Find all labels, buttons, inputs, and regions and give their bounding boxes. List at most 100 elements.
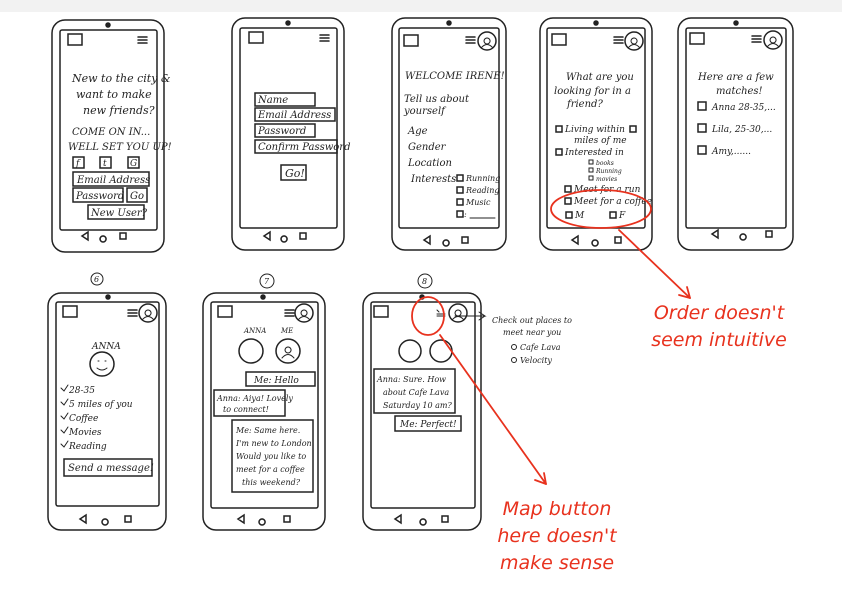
- arrow-line-order: [618, 229, 691, 299]
- female-label: F: [618, 211, 626, 221]
- msg-anna-line-3: Saturday 10 am?: [383, 401, 452, 410]
- match-avatar-icon[interactable]: [697, 101, 707, 111]
- welcome-heading: WELCOME IRENE!: [405, 71, 505, 82]
- male-checkbox[interactable]: [565, 211, 573, 219]
- interested-in-checkbox[interactable]: [555, 148, 563, 156]
- me-label: ME: [280, 327, 293, 335]
- menu-icon: [284, 309, 295, 317]
- go-label: Go: [130, 191, 144, 202]
- matches-line-1: Here are a few: [697, 72, 774, 83]
- me-avatar: [275, 338, 301, 364]
- email-placeholder: Email Address: [76, 175, 150, 186]
- anna-avatar: [238, 338, 264, 364]
- meet-run-checkbox[interactable]: [564, 185, 572, 193]
- annotation-map-line-2: here doesn't: [497, 525, 617, 547]
- location-label: Location: [407, 158, 452, 169]
- logo-box: [248, 31, 264, 44]
- annotation-order: Order doesn't seem intuitive: [624, 300, 814, 354]
- place-pin-icon: [511, 357, 517, 363]
- phone-screen-7: 7 ANNA ME Me: Hello Anna: Aiya! Lovely t…: [202, 273, 326, 531]
- match-avatar-icon[interactable]: [697, 123, 707, 133]
- match-row-1[interactable]: Anna 28-35,...: [711, 103, 776, 113]
- running-option: Running: [595, 168, 622, 175]
- s1-line-3: new friends?: [83, 104, 155, 117]
- other-checkbox[interactable]: [456, 210, 464, 218]
- running-checkbox[interactable]: [456, 174, 464, 182]
- running-checkbox[interactable]: [588, 167, 594, 173]
- logo-box: [403, 34, 419, 47]
- password-placeholder: Password: [257, 126, 306, 137]
- meet-coffee-checkbox[interactable]: [564, 197, 572, 205]
- logo-box: [551, 33, 567, 46]
- nav-bar: [262, 230, 307, 243]
- movies-checkbox[interactable]: [588, 175, 594, 181]
- menu-icon: [751, 35, 762, 43]
- step-number-8: 8: [422, 277, 427, 286]
- msg-anna-2: to connect!: [223, 405, 269, 414]
- highlight-ellipse-order: [550, 189, 652, 229]
- question-line-3: friend?: [566, 99, 603, 110]
- interested-in-label: Interested in: [564, 148, 624, 158]
- nav-bar: [570, 234, 622, 247]
- twitter-icon: t: [103, 159, 107, 169]
- note-place-1: Cafe Lava: [520, 343, 561, 352]
- living-within-checkbox-2[interactable]: [629, 125, 637, 133]
- s1-line-2: want to make: [76, 88, 152, 101]
- logo-box: [67, 33, 83, 46]
- reading-checkbox[interactable]: [456, 186, 464, 194]
- profile-item-5: Reading: [68, 442, 107, 452]
- music-checkbox[interactable]: [456, 198, 464, 206]
- nav-bar: [393, 513, 449, 526]
- menu-icon: [127, 309, 138, 317]
- profile-avatar-icon[interactable]: [138, 303, 158, 323]
- nav-bar: [78, 513, 132, 526]
- google-icon: G: [130, 159, 137, 169]
- note-line-1: Check out places to: [492, 316, 572, 325]
- match-row-3[interactable]: Amy,......: [711, 147, 751, 157]
- profile-item-4: Movies: [68, 428, 102, 438]
- male-label: M: [574, 211, 585, 221]
- running-option: Running: [465, 174, 500, 183]
- phone-screen-6: 6 ANNA 28-35 5 miles of you Coffee Movie…: [47, 272, 167, 531]
- profile-avatar-icon[interactable]: [294, 303, 314, 323]
- match-row-2[interactable]: Lila, 25-30,...: [711, 125, 772, 135]
- living-within-checkbox[interactable]: [555, 125, 563, 133]
- other-option: :: [464, 210, 467, 219]
- interests-label: Interests: [410, 174, 456, 185]
- msg-me-2-line-2: I'm new to London.: [235, 439, 314, 448]
- s1-line-5: WELL SET YOU UP!: [68, 142, 172, 153]
- gender-label: Gender: [408, 142, 447, 153]
- matches-line-2: matches!: [716, 86, 763, 97]
- anna-avatar: [398, 339, 422, 363]
- profile-avatar-icon[interactable]: [448, 303, 468, 323]
- profile-avatar-icon[interactable]: [763, 30, 783, 50]
- msg-me-2-line-3: Would you like to: [236, 452, 306, 461]
- note-line-2: meet near you: [503, 328, 561, 337]
- check-icon: [60, 384, 69, 448]
- profile-avatar-icon[interactable]: [624, 31, 644, 51]
- match-avatar-icon[interactable]: [697, 145, 707, 155]
- living-within-line-1: Living within: [564, 125, 625, 135]
- nav-bar: [236, 513, 291, 526]
- wireframe-sketch: New to the city & want to make new frien…: [47, 17, 794, 531]
- go-label: Go!: [285, 167, 305, 180]
- annotation-map-line-1: Map button: [502, 498, 612, 520]
- msg-anna-1: Anna: Aiya! Lovely: [216, 394, 293, 403]
- s1-line-1: New to the city &: [71, 72, 171, 85]
- logo-box: [62, 305, 78, 318]
- msg-me-perfect: Me: Perfect!: [399, 420, 457, 430]
- profile-avatar-icon[interactable]: [477, 31, 497, 51]
- msg-me-2-line-5: this weekend?: [242, 478, 301, 487]
- reading-option: Reading: [465, 186, 499, 195]
- phone-screen-2: Name Email Address Password Confirm Pass…: [231, 17, 351, 251]
- question-line-1: What are you: [566, 72, 634, 83]
- phone-screen-5: Here are a few matches! Anna 28-35,... L…: [677, 17, 794, 251]
- profile-item-2: 5 miles of you: [69, 400, 133, 410]
- name-placeholder: Name: [257, 95, 288, 106]
- female-checkbox[interactable]: [609, 211, 617, 219]
- step-number-7: 7: [264, 277, 270, 286]
- books-checkbox[interactable]: [588, 159, 594, 165]
- logo-box: [217, 305, 233, 318]
- annotation-order-line-2: seem intuitive: [651, 329, 787, 351]
- question-line-2: looking for in a: [554, 86, 631, 97]
